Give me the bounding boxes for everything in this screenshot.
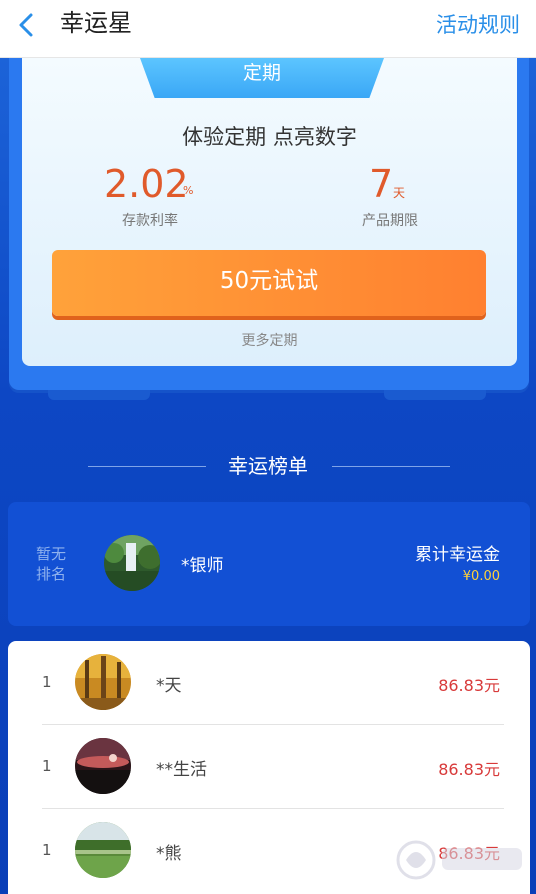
page-title: 幸运星 bbox=[60, 9, 132, 37]
table-row: 1 *天 86.83元 bbox=[8, 641, 530, 725]
row-amount: 86.83元 bbox=[438, 760, 500, 779]
card-foot-left bbox=[48, 390, 150, 400]
row-username: *天 bbox=[156, 676, 182, 696]
product-slogan: 体验定期 点亮数字 bbox=[182, 125, 357, 149]
avatar bbox=[75, 822, 131, 878]
back-arrow-icon[interactable] bbox=[12, 10, 42, 40]
card-foot-right bbox=[384, 390, 486, 400]
leaderboard-heading: 幸运榜单 bbox=[228, 454, 308, 478]
avatar bbox=[104, 535, 160, 591]
lucky-total-value: ¥0.00 bbox=[462, 569, 500, 584]
interest-rate-unit: % bbox=[183, 184, 194, 197]
row-rank: 1 bbox=[42, 841, 52, 859]
more-term-deposits-link[interactable]: 更多定期 bbox=[22, 330, 517, 350]
row-rank: 1 bbox=[42, 673, 52, 691]
interest-rate-value: 2.02 bbox=[104, 162, 189, 206]
product-term-value: 7 bbox=[369, 162, 394, 206]
my-rank-status: 暂无 排名 bbox=[36, 545, 67, 583]
avatar bbox=[75, 738, 131, 794]
lucky-total-label: 累计幸运金 bbox=[415, 545, 500, 565]
product-card bbox=[22, 58, 517, 366]
heading-divider-right bbox=[332, 466, 450, 467]
activity-rules-link[interactable]: 活动规则 bbox=[436, 10, 520, 40]
my-username: *银师 bbox=[181, 556, 224, 576]
row-amount: 86.83元 bbox=[438, 676, 500, 695]
table-row: 1 **生活 86.83元 bbox=[8, 725, 530, 809]
watermark-logo bbox=[396, 840, 522, 880]
product-term-label: 产品期限 bbox=[362, 213, 418, 229]
term-badge-label: 定期 bbox=[242, 62, 281, 84]
interest-rate-label: 存款利率 bbox=[122, 213, 178, 229]
avatar bbox=[75, 654, 131, 710]
row-username: **生活 bbox=[156, 760, 207, 780]
row-rank: 1 bbox=[42, 757, 52, 775]
product-term-unit: 天 bbox=[393, 186, 406, 200]
try-50-button[interactable]: 50元试试 bbox=[52, 250, 486, 316]
row-username: *熊 bbox=[156, 844, 182, 864]
top-bar: 幸运星 活动规则 bbox=[0, 0, 536, 58]
